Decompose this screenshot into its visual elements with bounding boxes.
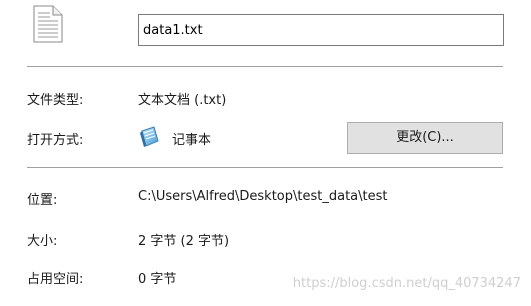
opens-with-app-name: 记事本 — [172, 133, 212, 148]
size-value: 2 字节 (2 字节) — [138, 234, 230, 249]
notepad-icon — [138, 125, 162, 149]
location-label: 位置: — [27, 193, 58, 208]
size-on-disk-label: 占用空间: — [27, 272, 84, 287]
divider — [27, 66, 503, 67]
file-type-label: 文件类型: — [27, 93, 84, 108]
watermark-text: https://blog.csdn.net/qq_40734247 — [292, 276, 521, 291]
file-type-value: 文本文档 (.txt) — [138, 93, 227, 108]
size-label: 大小: — [27, 234, 58, 249]
location-value: C:\Users\Alfred\Desktop\test_data\test — [138, 189, 388, 204]
change-button[interactable]: 更改(C)... — [347, 122, 503, 154]
file-name-input[interactable] — [138, 14, 504, 46]
opens-with-label: 打开方式: — [27, 133, 84, 148]
divider — [27, 167, 503, 168]
text-file-icon — [33, 5, 63, 43]
size-on-disk-value: 0 字节 — [138, 272, 177, 287]
